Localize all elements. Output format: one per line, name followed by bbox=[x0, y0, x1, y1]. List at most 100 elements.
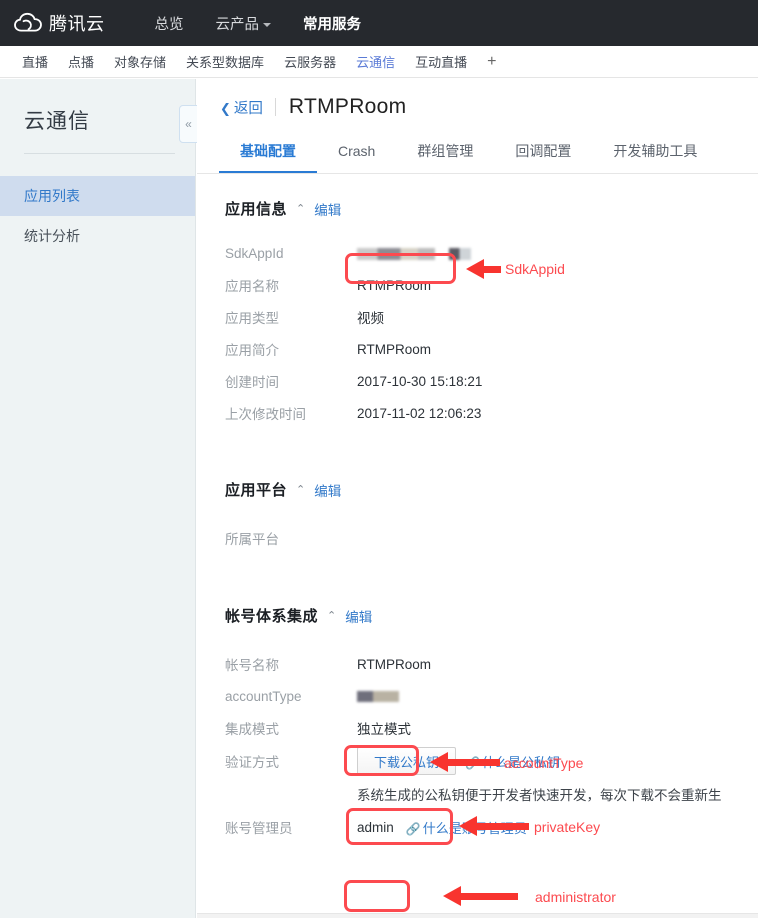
row-label: 应用名称 bbox=[225, 279, 279, 294]
chevron-double-left-icon: « bbox=[185, 117, 192, 131]
row-account-name: 帐号名称 RTMPRoom bbox=[225, 648, 758, 680]
row-label: 所属平台 bbox=[225, 532, 279, 547]
sidebar-title: 云通信 bbox=[24, 110, 90, 133]
row-value: RTMPRoom bbox=[357, 341, 432, 357]
topnav-item-products[interactable]: 云产品 bbox=[200, 13, 288, 34]
tab-bar: 基础配置 Crash 群组管理 回调配置 开发辅助工具 bbox=[197, 136, 758, 174]
download-key-button[interactable]: 下载公私钥 bbox=[357, 747, 457, 775]
row-administrator: 账号管理员 admin 🔗 什么是账号管理员 bbox=[225, 810, 758, 844]
link-icon: 🔗 bbox=[465, 755, 480, 770]
edit-account-system-link[interactable]: 编辑 bbox=[345, 606, 372, 626]
what-is-administrator-link[interactable]: 🔗 什么是账号管理员 bbox=[406, 818, 527, 837]
top-nav-items: 总览 云产品 常用服务 bbox=[139, 13, 378, 34]
header-separator bbox=[274, 98, 276, 116]
row-app-description: 应用简介 RTMPRoom bbox=[225, 333, 758, 365]
row-app-type: 应用类型 视频 bbox=[225, 301, 758, 333]
row-value: 视频 bbox=[357, 311, 384, 326]
brand-logo[interactable]: 腾讯云 bbox=[14, 10, 105, 36]
account-system-rows: 帐号名称 RTMPRoom accountType 集成模式 独立模式 验证方式 bbox=[225, 648, 758, 844]
brand-name: 腾讯云 bbox=[49, 14, 105, 34]
row-label: 创建时间 bbox=[225, 375, 279, 390]
redacted-value bbox=[448, 247, 471, 260]
subnav-item-vod[interactable]: 点播 bbox=[58, 52, 104, 71]
section-app-platform: 应用平台 ⌃ 编辑 所属平台 bbox=[197, 479, 758, 554]
tab-group-management[interactable]: 群组管理 bbox=[396, 136, 494, 173]
row-app-name: 应用名称 RTMPRoom bbox=[225, 269, 758, 301]
tab-basic-config[interactable]: 基础配置 bbox=[219, 136, 317, 173]
account-type-value bbox=[357, 689, 399, 704]
link-label: 什么是公私钥 bbox=[481, 754, 560, 770]
top-navigation-bar: 腾讯云 总览 云产品 常用服务 bbox=[0, 0, 758, 46]
redacted-value bbox=[357, 247, 435, 260]
row-value: RTMPRoom bbox=[357, 656, 432, 672]
row-label: 验证方式 bbox=[225, 755, 279, 770]
row-sdkappid: SdkAppId bbox=[225, 237, 758, 269]
administrator-value-wrap: admin 🔗 什么是账号管理员 bbox=[357, 818, 527, 837]
row-label: SdkAppId bbox=[225, 245, 284, 261]
row-create-time: 创建时间 2017-10-30 15:18:21 bbox=[225, 365, 758, 397]
main-content: ❮ 返回 RTMPRoom 基础配置 Crash 群组管理 回调配置 开发辅助工具… bbox=[197, 79, 758, 918]
chevron-down-icon bbox=[263, 22, 271, 27]
edit-app-platform-link[interactable]: 编辑 bbox=[314, 480, 341, 500]
row-modify-time: 上次修改时间 2017-11-02 12:06:23 bbox=[225, 397, 758, 429]
section-header: 帐号体系集成 ⌃ 编辑 bbox=[225, 605, 758, 626]
app-info-rows: SdkAppId 应用名称 RTMPRoom 应用类型 视频 应用简介 RTMP… bbox=[225, 237, 758, 429]
row-belonging-platform: 所属平台 bbox=[225, 522, 758, 554]
row-value: 独立模式 bbox=[357, 722, 411, 737]
sidebar-item-label: 应用列表 bbox=[24, 188, 80, 204]
chevron-up-icon[interactable]: ⌃ bbox=[296, 204, 305, 215]
page-title: RTMPRoom bbox=[288, 95, 407, 118]
subnav-item-cvm[interactable]: 云服务器 bbox=[274, 52, 346, 71]
row-integration-mode: 集成模式 独立模式 bbox=[225, 712, 758, 744]
sidebar-menu: 应用列表 统计分析 bbox=[0, 176, 195, 256]
add-service-button[interactable]: + bbox=[477, 53, 506, 71]
what-is-key-link[interactable]: 🔗 什么是公私钥 bbox=[465, 752, 560, 771]
redacted-value bbox=[357, 691, 399, 703]
app-page: 腾讯云 总览 云产品 常用服务 直播 点播 对象存储 关系型数据库 云服务器 云… bbox=[0, 0, 758, 918]
section-title: 应用信息 bbox=[225, 201, 288, 218]
subnav-item-object-storage[interactable]: 对象存储 bbox=[104, 52, 176, 71]
administrator-value: admin bbox=[357, 819, 394, 835]
topnav-item-label: 常用服务 bbox=[303, 16, 361, 33]
chevron-left-icon: ❮ bbox=[220, 100, 231, 116]
sidebar-item-application-list[interactable]: 应用列表 bbox=[0, 176, 195, 216]
row-auth-method: 验证方式 下载公私钥 🔗 什么是公私钥 bbox=[225, 744, 758, 778]
chevron-up-icon[interactable]: ⌃ bbox=[296, 485, 305, 496]
row-label: 集成模式 bbox=[225, 722, 279, 737]
auth-method-value: 下载公私钥 🔗 什么是公私钥 bbox=[357, 747, 560, 775]
section-header: 应用信息 ⌃ 编辑 bbox=[225, 198, 758, 219]
row-value: RTMPRoom bbox=[357, 277, 432, 293]
tab-crash[interactable]: Crash bbox=[317, 136, 396, 173]
back-button[interactable]: ❮ 返回 bbox=[220, 97, 263, 118]
app-platform-rows: 所属平台 bbox=[225, 522, 758, 554]
tab-callback-config[interactable]: 回调配置 bbox=[494, 136, 592, 173]
section-header: 应用平台 ⌃ 编辑 bbox=[225, 479, 758, 500]
row-label: 账号管理员 bbox=[225, 821, 293, 836]
section-app-info: 应用信息 ⌃ 编辑 SdkAppId 应用名称 RTMPRoom 应用类型 视频… bbox=[197, 198, 758, 429]
row-value: 2017-11-02 12:06:23 bbox=[357, 405, 482, 421]
link-label: 什么是账号管理员 bbox=[422, 820, 527, 836]
subnav-item-cloud-communication[interactable]: 云通信 bbox=[346, 52, 405, 71]
topnav-item-overview[interactable]: 总览 bbox=[139, 13, 200, 34]
sidebar-item-label: 统计分析 bbox=[24, 228, 80, 244]
sidebar-collapse-button[interactable]: « bbox=[179, 105, 198, 143]
secondary-navigation-bar: 直播 点播 对象存储 关系型数据库 云服务器 云通信 互动直播 + bbox=[0, 46, 758, 78]
cloud-logo-icon bbox=[14, 12, 42, 34]
row-label: 应用类型 bbox=[225, 311, 279, 326]
row-label: accountType bbox=[225, 688, 302, 704]
topnav-item-common-services[interactable]: 常用服务 bbox=[287, 13, 377, 34]
subnav-item-rdb[interactable]: 关系型数据库 bbox=[176, 52, 274, 71]
tab-dev-tools[interactable]: 开发辅助工具 bbox=[592, 136, 718, 173]
sidebar-divider bbox=[24, 153, 175, 154]
row-account-type: accountType bbox=[225, 680, 758, 712]
topnav-item-label: 云产品 bbox=[215, 16, 260, 33]
subnav-item-interactive-live[interactable]: 互动直播 bbox=[405, 52, 477, 71]
page-header: ❮ 返回 RTMPRoom bbox=[197, 79, 758, 119]
row-label: 上次修改时间 bbox=[225, 407, 306, 422]
subnav-item-live[interactable]: 直播 bbox=[12, 52, 58, 71]
sidebar-item-statistics[interactable]: 统计分析 bbox=[0, 216, 195, 256]
back-label: 返回 bbox=[233, 100, 263, 117]
link-icon: 🔗 bbox=[405, 821, 421, 836]
edit-app-info-link[interactable]: 编辑 bbox=[314, 199, 341, 219]
chevron-up-icon[interactable]: ⌃ bbox=[327, 611, 336, 622]
